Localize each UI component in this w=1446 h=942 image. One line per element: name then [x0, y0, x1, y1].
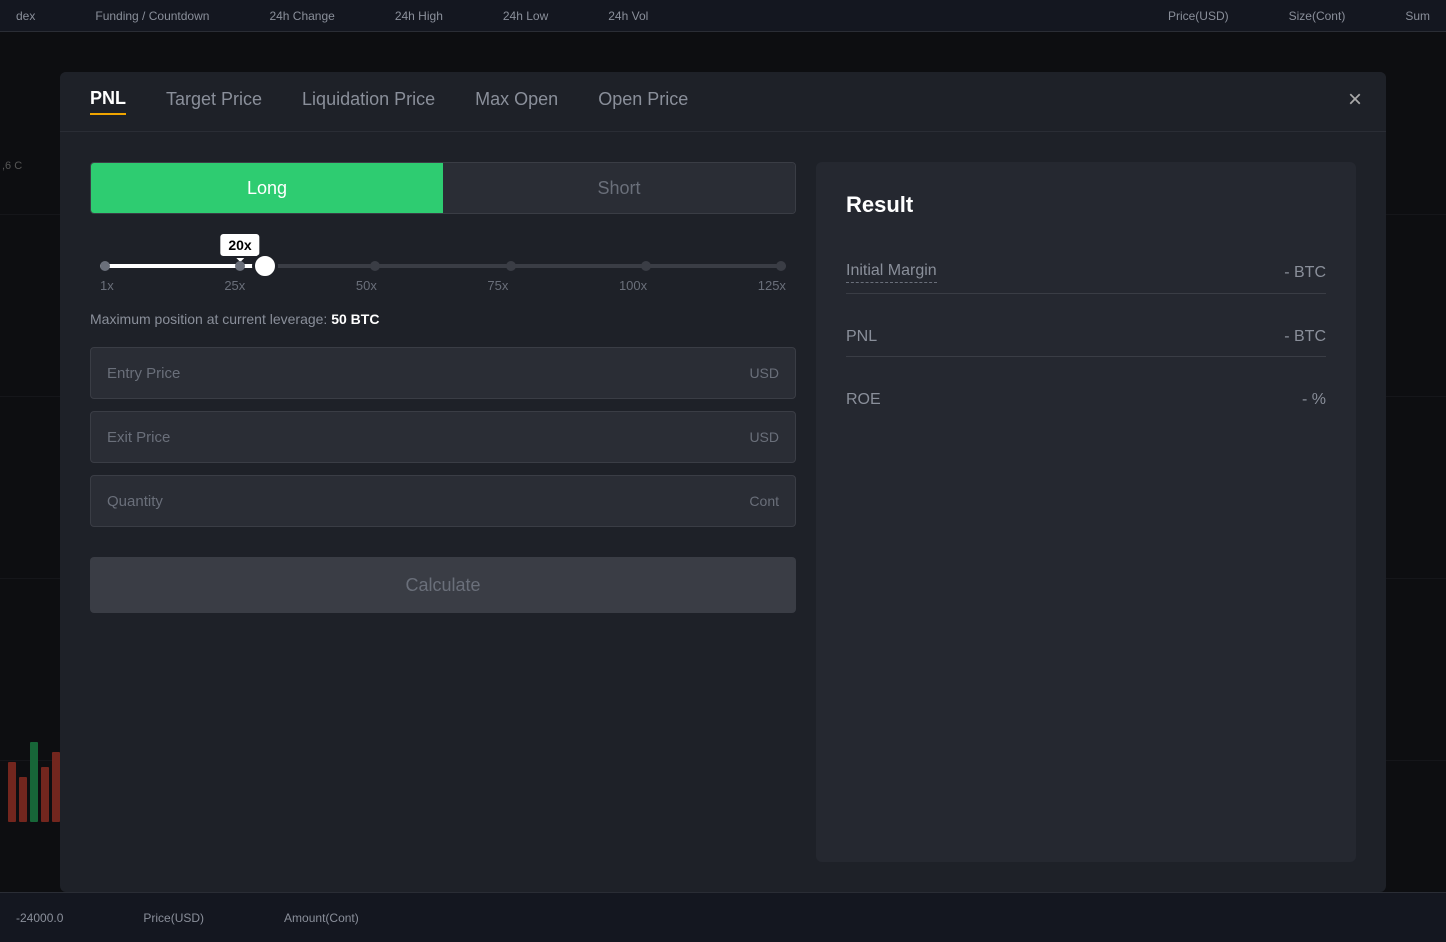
label-1x: 1x	[100, 278, 114, 293]
roe-row: ROE - %	[846, 381, 1326, 419]
calculator-modal: PNL Target Price Liquidation Price Max O…	[60, 72, 1386, 892]
long-short-toggle: Long Short	[90, 162, 796, 214]
tab-pnl[interactable]: PNL	[90, 88, 126, 115]
slider-container: 20x	[90, 234, 796, 303]
result-title: Result	[846, 192, 1326, 218]
pnl-row: PNL - BTC	[846, 318, 1326, 357]
entry-price-suffix: USD	[749, 365, 779, 381]
calculate-button[interactable]: Calculate	[90, 557, 796, 613]
dot-50x	[370, 261, 380, 271]
roe-value: - %	[1302, 391, 1326, 409]
quantity-suffix: Cont	[749, 493, 779, 509]
tab-bar: PNL Target Price Liquidation Price Max O…	[60, 72, 1386, 132]
long-button[interactable]: Long	[91, 163, 443, 213]
left-panel: Long Short 20x	[90, 162, 796, 862]
max-position-text: Maximum position at current leverage: 50…	[90, 311, 796, 327]
bottom-bar: -24000.0 Price(USD) Amount(Cont)	[0, 892, 1446, 942]
sum-header: Sum	[1405, 9, 1430, 23]
input-group: USD USD Cont	[90, 347, 796, 527]
entry-price-row: USD	[90, 347, 796, 399]
close-button[interactable]: ×	[1348, 86, 1362, 114]
leverage-section: 20x	[90, 234, 796, 327]
change-label: 24h Change	[269, 9, 334, 23]
price-usd-header: Price(USD)	[1168, 9, 1229, 23]
leverage-tooltip: 20x	[220, 234, 259, 256]
pnl-value: - BTC	[1284, 328, 1326, 346]
initial-margin-label: Initial Margin	[846, 262, 937, 283]
max-position-value: 50 BTC	[331, 311, 379, 327]
low-label: 24h Low	[503, 9, 548, 23]
label-125x: 125x	[758, 278, 786, 293]
high-label: 24h High	[395, 9, 443, 23]
vol-label: 24h Vol	[608, 9, 648, 23]
tab-open-price[interactable]: Open Price	[598, 89, 688, 114]
slider-thumb[interactable]	[255, 256, 275, 276]
modal-overlay: PNL Target Price Liquidation Price Max O…	[0, 32, 1446, 942]
leverage-track	[100, 264, 786, 268]
tab-liquidation-price[interactable]: Liquidation Price	[302, 89, 435, 114]
dot-75x	[506, 261, 516, 271]
top-bar-right: Price(USD) Size(Cont) Sum	[1168, 9, 1430, 23]
bottom-amount-cont: Amount(Cont)	[284, 911, 359, 925]
pnl-label: PNL	[846, 328, 877, 346]
quantity-row: Cont	[90, 475, 796, 527]
tab-target-price[interactable]: Target Price	[166, 89, 262, 114]
exit-price-row: USD	[90, 411, 796, 463]
label-50x: 50x	[356, 278, 377, 293]
roe-label: ROE	[846, 391, 881, 409]
label-75x: 75x	[487, 278, 508, 293]
label-100x: 100x	[619, 278, 647, 293]
funding-label: Funding / Countdown	[95, 9, 209, 23]
short-button[interactable]: Short	[443, 163, 795, 213]
exit-price-suffix: USD	[749, 429, 779, 445]
exit-price-input[interactable]	[107, 429, 749, 446]
bottom-price-usd: Price(USD)	[143, 911, 204, 925]
initial-margin-value: - BTC	[1284, 264, 1326, 282]
modal-body: Long Short 20x	[60, 132, 1386, 892]
dot-125x	[776, 261, 786, 271]
initial-margin-row: Initial Margin - BTC	[846, 252, 1326, 294]
result-panel: Result Initial Margin - BTC PNL - BTC RO…	[816, 162, 1356, 862]
top-bar: dex Funding / Countdown 24h Change 24h H…	[0, 0, 1446, 32]
tab-max-open[interactable]: Max Open	[475, 89, 558, 114]
exchange-label: dex	[16, 9, 35, 23]
entry-price-input[interactable]	[107, 365, 749, 382]
slider-fill	[100, 264, 265, 268]
size-cont-header: Size(Cont)	[1289, 9, 1346, 23]
slider-labels: 1x 25x 50x 75x 100x 125x	[100, 278, 786, 293]
label-25x: 25x	[224, 278, 245, 293]
quantity-input[interactable]	[107, 493, 749, 510]
bottom-price-left: -24000.0	[16, 911, 63, 925]
dot-100x	[641, 261, 651, 271]
